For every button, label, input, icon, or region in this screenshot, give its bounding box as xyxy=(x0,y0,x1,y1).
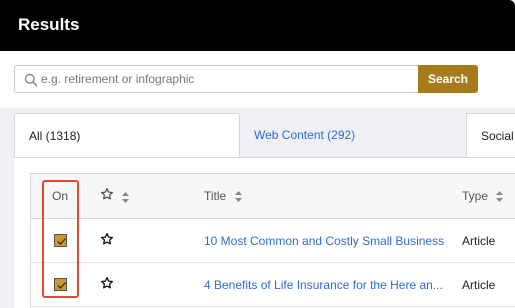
page-title: Results xyxy=(18,15,80,34)
star-outline-icon[interactable] xyxy=(100,232,114,246)
on-column-highlight xyxy=(42,180,79,298)
result-title-link[interactable]: 10 Most Common and Costly Small Business… xyxy=(204,234,444,248)
results-table: On Title Type 10 Most Common and Costly … xyxy=(30,173,515,308)
column-header-type[interactable]: Type xyxy=(462,189,504,203)
search-field[interactable] xyxy=(14,65,419,93)
star-outline-icon xyxy=(101,188,113,200)
column-type-label: Type xyxy=(462,189,489,203)
result-type: Article xyxy=(462,234,496,248)
results-panel: On Title Type 10 Most Common and Costly … xyxy=(14,157,515,308)
tab-web-content[interactable]: Web Content (292) xyxy=(240,113,466,157)
result-type: Article xyxy=(462,278,496,292)
search-button[interactable]: Search xyxy=(418,65,478,93)
column-header-favorite[interactable] xyxy=(100,187,130,204)
results-header: Results xyxy=(0,0,515,51)
result-title-link[interactable]: 4 Benefits of Life Insurance for the Her… xyxy=(204,278,444,292)
table-header: On Title Type xyxy=(31,174,515,219)
search-input[interactable] xyxy=(41,66,411,92)
column-header-title[interactable]: Title xyxy=(204,189,242,203)
tab-all[interactable]: All (1318) xyxy=(14,113,240,159)
search-bar: Search xyxy=(0,51,515,108)
table-row: 4 Benefits of Life Insurance for the Her… xyxy=(31,263,515,307)
column-title-label: Title xyxy=(204,189,227,203)
sort-icon[interactable] xyxy=(234,191,242,202)
star-outline-icon[interactable] xyxy=(100,276,114,290)
sort-icon[interactable] xyxy=(122,192,130,203)
tab-social[interactable]: Social xyxy=(466,113,515,157)
search-icon xyxy=(24,73,38,87)
sort-icon[interactable] xyxy=(496,191,504,202)
table-row: 10 Most Common and Costly Small Business… xyxy=(31,219,515,263)
